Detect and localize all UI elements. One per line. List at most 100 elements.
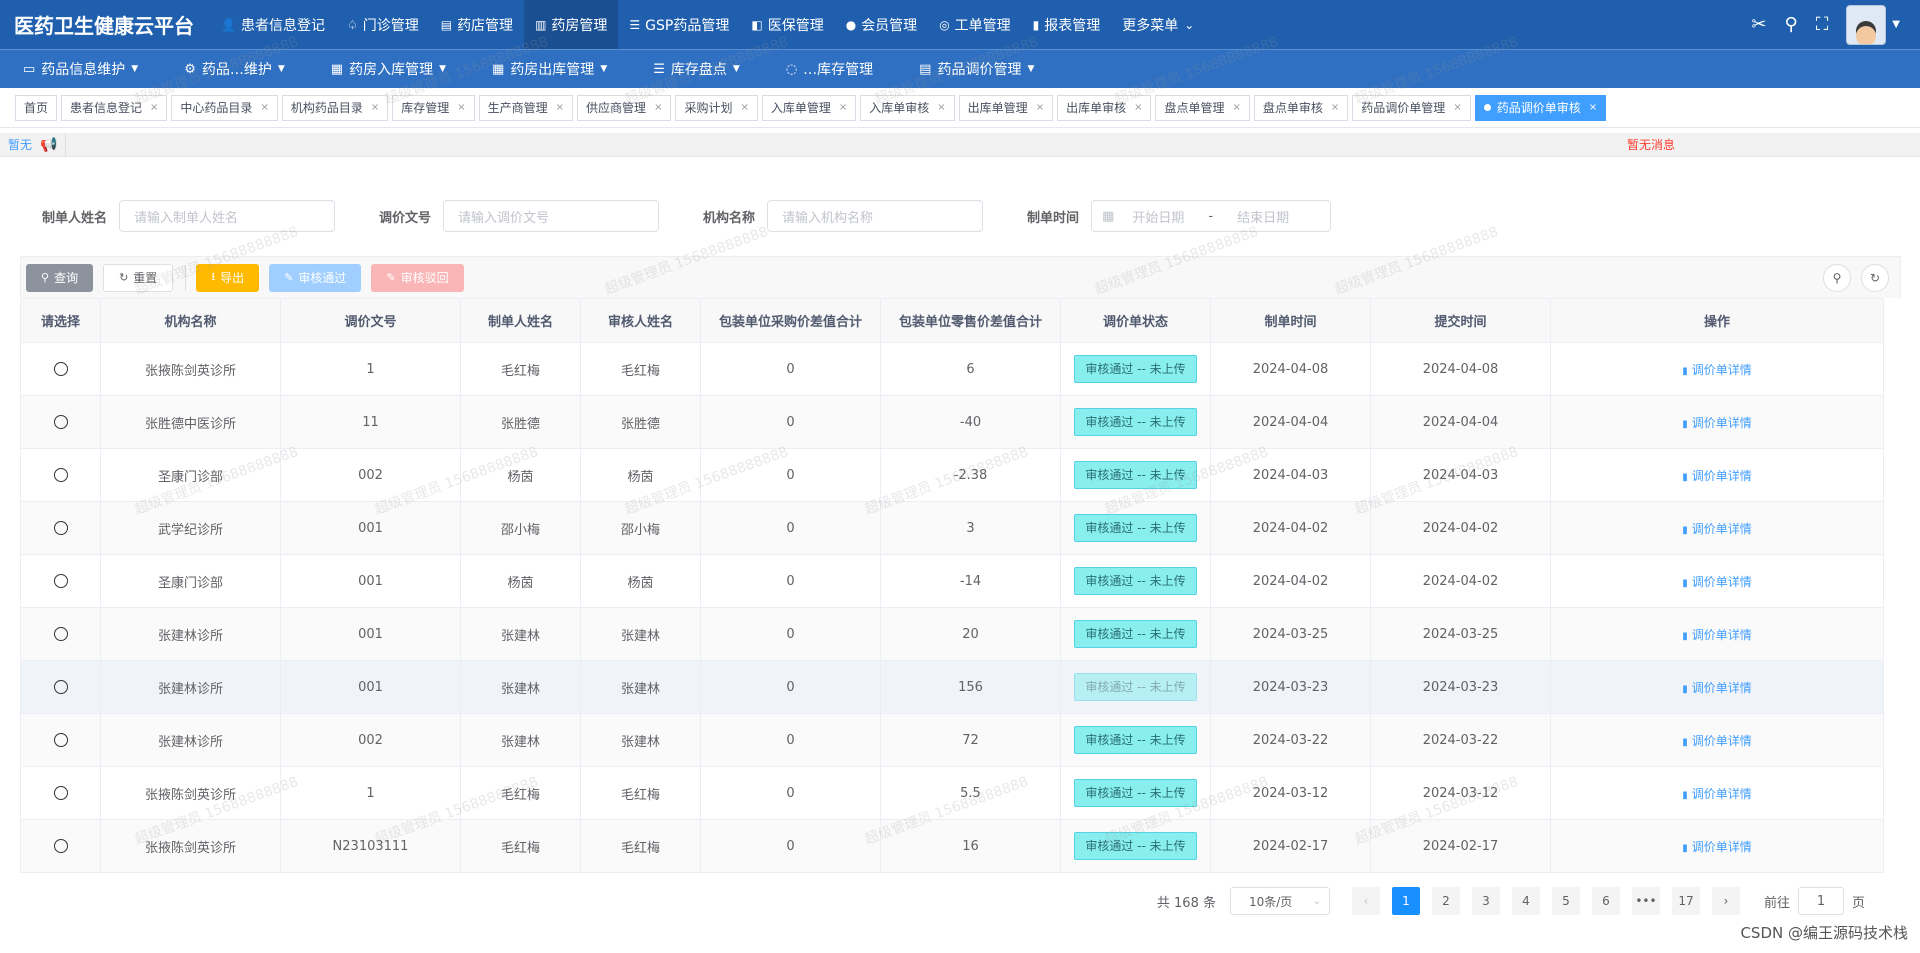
page-size-select[interactable]: 10条/页 ⌄ bbox=[1229, 887, 1330, 915]
page-button[interactable]: 1 bbox=[1391, 887, 1420, 915]
reject-button[interactable]: ✎ 审核驳回 bbox=[371, 263, 464, 292]
sub-nav-item[interactable]: ▦ 药房出库管理 ▼ bbox=[469, 59, 630, 79]
tab-tag[interactable]: 患者信息登记 × bbox=[61, 94, 168, 121]
top-nav-item[interactable]: ☰ GSP药品管理 bbox=[618, 0, 740, 49]
row-radio[interactable] bbox=[53, 839, 68, 853]
goto-page-input[interactable]: 1 bbox=[1797, 887, 1844, 915]
table-row[interactable]: 张胜德中医诊所 11 张胜德 张胜德 0 -40 审核通过 -- 未上传 2024-04-04… bbox=[20, 395, 1884, 449]
tab-tag[interactable]: 入库单管理 × bbox=[761, 94, 857, 121]
sub-nav-item[interactable]: ⚙ 药品…维护 ▼ bbox=[161, 59, 308, 79]
export-button[interactable]: ⭳ 导出 bbox=[196, 263, 260, 292]
row-radio[interactable] bbox=[53, 574, 68, 588]
doc-input[interactable]: 请输入调价文号 bbox=[443, 200, 660, 232]
row-radio[interactable] bbox=[53, 786, 68, 800]
row-radio[interactable] bbox=[53, 362, 68, 376]
table-row[interactable]: 圣康门诊部 001 杨茵 杨茵 0 -14 审核通过 -- 未上传 2024-04-02 202… bbox=[20, 554, 1884, 608]
org-input[interactable]: 请输入机构名称 bbox=[767, 200, 984, 232]
detail-link[interactable]: ▮ 调价单详情 bbox=[1682, 681, 1752, 695]
top-nav-item[interactable]: ♤ 门诊管理 bbox=[336, 0, 430, 49]
table-row[interactable]: 张掖陈剑英诊所 1 毛红梅 毛红梅 0 5.5 审核通过 -- 未上传 2024-03-12 2… bbox=[20, 766, 1884, 820]
detail-link[interactable]: ▮ 调价单详情 bbox=[1682, 416, 1752, 430]
page-button[interactable]: 5 bbox=[1551, 887, 1580, 915]
row-radio[interactable] bbox=[53, 627, 68, 641]
page-button[interactable]: 2 bbox=[1431, 887, 1460, 915]
close-icon[interactable]: × bbox=[1036, 102, 1044, 113]
tab-tag[interactable]: 盘点单审核 × bbox=[1253, 94, 1349, 121]
page-button[interactable]: 3 bbox=[1471, 887, 1500, 915]
tab-tag[interactable]: 首页 bbox=[15, 94, 58, 121]
tab-tag[interactable]: 盘点单管理 × bbox=[1155, 94, 1250, 121]
table-row[interactable]: 武学纪诊所 001 邵小梅 邵小梅 0 3 审核通过 -- 未上传 2024-04-02 202… bbox=[20, 501, 1884, 555]
close-icon[interactable]: × bbox=[839, 102, 847, 113]
top-nav-item[interactable]: ▮ 报表管理 bbox=[1022, 0, 1112, 49]
scissors-icon[interactable]: ✂ bbox=[1751, 14, 1766, 35]
detail-link[interactable]: ▮ 调价单详情 bbox=[1682, 787, 1752, 801]
table-row[interactable]: 圣康门诊部 002 杨茵 杨茵 0 -2.38 审核通过 -- 未上传 2024-04-03 2… bbox=[20, 448, 1884, 502]
close-icon[interactable]: × bbox=[1453, 102, 1461, 113]
row-radio[interactable] bbox=[53, 468, 68, 482]
close-icon[interactable]: × bbox=[1134, 102, 1142, 113]
detail-link[interactable]: ▮ 调价单详情 bbox=[1682, 469, 1752, 483]
chevron-down-icon[interactable]: ▼ bbox=[1892, 19, 1900, 30]
close-icon[interactable]: × bbox=[556, 102, 564, 113]
prev-page-button[interactable]: ‹ bbox=[1351, 887, 1380, 915]
sub-nav-item[interactable]: ▦ 药房入库管理 ▼ bbox=[308, 59, 469, 79]
search-icon[interactable]: ⚲ bbox=[1785, 14, 1798, 35]
table-row[interactable]: 张掖陈剑英诊所 1 毛红梅 毛红梅 0 6 审核通过 -- 未上传 2024-04-08 202… bbox=[20, 342, 1884, 396]
sub-nav-item[interactable]: ▭ 药品信息维护 ▼ bbox=[0, 59, 161, 79]
close-icon[interactable]: × bbox=[740, 102, 748, 113]
table-row[interactable]: 张建林诊所 001 张建林 张建林 0 20 审核通过 -- 未上传 2024-03-25 20… bbox=[20, 607, 1884, 661]
table-row[interactable]: 张掖陈剑英诊所 N23103111 毛红梅 毛红梅 0 16 审核通过 -- 未上传 2024… bbox=[20, 819, 1884, 873]
close-icon[interactable]: × bbox=[1589, 102, 1597, 113]
tab-tag[interactable]: 采购计划 × bbox=[675, 94, 758, 121]
top-nav-item[interactable]: ▥ 药房管理 bbox=[524, 0, 619, 49]
close-icon[interactable]: × bbox=[150, 102, 158, 113]
close-icon[interactable]: × bbox=[937, 102, 945, 113]
tab-tag[interactable]: 生产商管理 × bbox=[478, 94, 574, 121]
detail-link[interactable]: ▮ 调价单详情 bbox=[1682, 840, 1752, 854]
close-icon[interactable]: × bbox=[260, 102, 268, 113]
table-row[interactable]: 张建林诊所 002 张建林 张建林 0 72 审核通过 -- 未上传 2024-03-22 20… bbox=[20, 713, 1884, 767]
row-radio[interactable] bbox=[53, 680, 68, 694]
tab-tag[interactable]: 入库单审核 × bbox=[860, 94, 955, 121]
page-button[interactable]: 17 bbox=[1671, 887, 1700, 915]
top-nav-item[interactable]: ● 会员管理 bbox=[835, 0, 928, 49]
approve-button[interactable]: ✎ 审核通过 bbox=[269, 263, 362, 292]
page-button[interactable]: 4 bbox=[1511, 887, 1540, 915]
top-nav-item[interactable]: 👤 患者信息登记 bbox=[210, 0, 336, 49]
tab-tag[interactable]: 药品调价单审核 × bbox=[1474, 94, 1607, 121]
tab-tag[interactable]: 供应商管理 × bbox=[577, 94, 672, 121]
date-range-picker[interactable]: ▦ 开始日期 - 结束日期 bbox=[1091, 200, 1332, 232]
tab-tag[interactable]: 出库单审核 × bbox=[1057, 94, 1152, 121]
table-row[interactable]: 张建林诊所 001 张建林 张建林 0 156 审核通过 -- 未上传 2024-03-23 2… bbox=[20, 660, 1884, 714]
reset-button[interactable]: ↻ 重置 bbox=[103, 263, 174, 292]
row-radio[interactable] bbox=[53, 521, 68, 535]
next-page-button[interactable]: › bbox=[1711, 887, 1740, 915]
sub-nav-item[interactable]: ◌ …库存管理 bbox=[763, 59, 896, 79]
close-icon[interactable]: × bbox=[1331, 102, 1339, 113]
refresh-button[interactable]: ↻ bbox=[1861, 263, 1889, 292]
row-radio[interactable] bbox=[53, 415, 68, 429]
top-nav-item[interactable]: ▤ 药店管理 bbox=[430, 0, 524, 49]
tab-tag[interactable]: 出库单管理 × bbox=[958, 94, 1054, 121]
page-button[interactable]: 6 bbox=[1591, 887, 1620, 915]
search-toggle-button[interactable]: ⚲ bbox=[1823, 263, 1851, 292]
close-icon[interactable]: × bbox=[1233, 102, 1241, 113]
sub-nav-item[interactable]: ▤ 药品调价管理 ▼ bbox=[896, 59, 1057, 79]
close-icon[interactable]: × bbox=[457, 102, 465, 113]
top-nav-item[interactable]: ◧ 医保管理 bbox=[740, 0, 834, 49]
detail-link[interactable]: ▮ 调价单详情 bbox=[1682, 522, 1752, 536]
more-pages-button[interactable]: ••• bbox=[1631, 887, 1660, 915]
close-icon[interactable]: × bbox=[371, 102, 379, 113]
tab-tag[interactable]: 药品调价单管理 × bbox=[1352, 94, 1471, 121]
avatar[interactable] bbox=[1846, 4, 1887, 45]
maker-input[interactable]: 请输入制单人姓名 bbox=[119, 200, 336, 232]
fullscreen-icon[interactable]: ⛶ bbox=[1816, 14, 1829, 35]
top-nav-item[interactable]: ◎ 工单管理 bbox=[928, 0, 1021, 49]
detail-link[interactable]: ▮ 调价单详情 bbox=[1682, 628, 1752, 642]
tab-tag[interactable]: 机构药品目录 × bbox=[281, 94, 389, 121]
more-menu[interactable]: 更多菜单 ⌄ bbox=[1111, 15, 1205, 35]
tab-tag[interactable]: 库存管理 × bbox=[392, 94, 475, 121]
close-icon[interactable]: × bbox=[654, 102, 662, 113]
row-radio[interactable] bbox=[53, 733, 68, 747]
